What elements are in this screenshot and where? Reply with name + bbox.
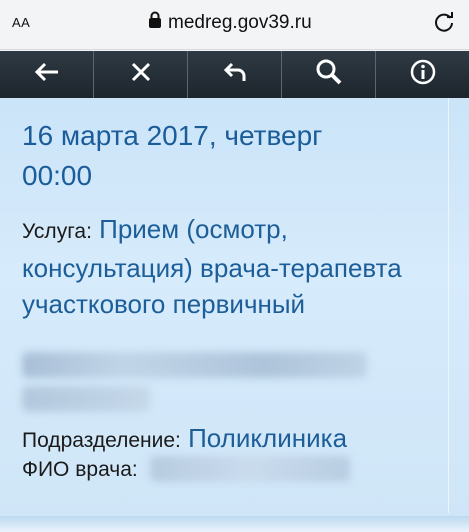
service-label: Услуга: <box>22 220 92 243</box>
browser-address-bar: AA medreg.gov39.ru <box>0 0 469 50</box>
info-icon <box>410 59 436 90</box>
redacted-doctor-name <box>150 456 350 482</box>
lock-icon <box>148 11 162 35</box>
appointment-date: 16 марта 2017, четверг <box>22 120 323 151</box>
panel-edge <box>448 98 449 513</box>
close-icon <box>130 61 152 88</box>
redacted-text <box>22 386 150 412</box>
doctor-label: ФИО врача: <box>22 458 138 481</box>
text-size-button[interactable]: AA <box>12 12 30 32</box>
redacted-text <box>22 352 367 378</box>
info-button[interactable] <box>376 51 469 98</box>
undo-icon <box>222 60 248 89</box>
service-row: Услуга: Прием (осмотр, консультация) вра… <box>22 211 442 322</box>
search-button[interactable] <box>282 51 376 98</box>
appointment-details-panel: 16 марта 2017, четверг 00:00 Услуга: При… <box>0 98 469 532</box>
url-field[interactable]: medreg.gov39.ru <box>148 10 312 36</box>
department-label: Подразделение: <box>22 429 181 452</box>
search-icon <box>315 58 343 91</box>
undo-button[interactable] <box>188 51 282 98</box>
close-button[interactable] <box>94 51 188 98</box>
appointment-datetime: 16 марта 2017, четверг 00:00 <box>22 116 442 196</box>
url-text: medreg.gov39.ru <box>168 12 312 33</box>
text-size-label: AA <box>12 15 31 30</box>
department-value: Поликлиника <box>188 423 348 453</box>
app-toolbar <box>0 51 469 98</box>
doctor-row: ФИО врача: <box>22 455 138 485</box>
department-row: Подразделение: Поликлиника <box>22 420 347 459</box>
panel-bottom-edge <box>0 516 469 532</box>
reload-icon[interactable] <box>431 9 457 35</box>
arrow-left-icon <box>33 60 61 89</box>
back-button[interactable] <box>0 51 94 98</box>
appointment-time: 00:00 <box>22 160 93 191</box>
